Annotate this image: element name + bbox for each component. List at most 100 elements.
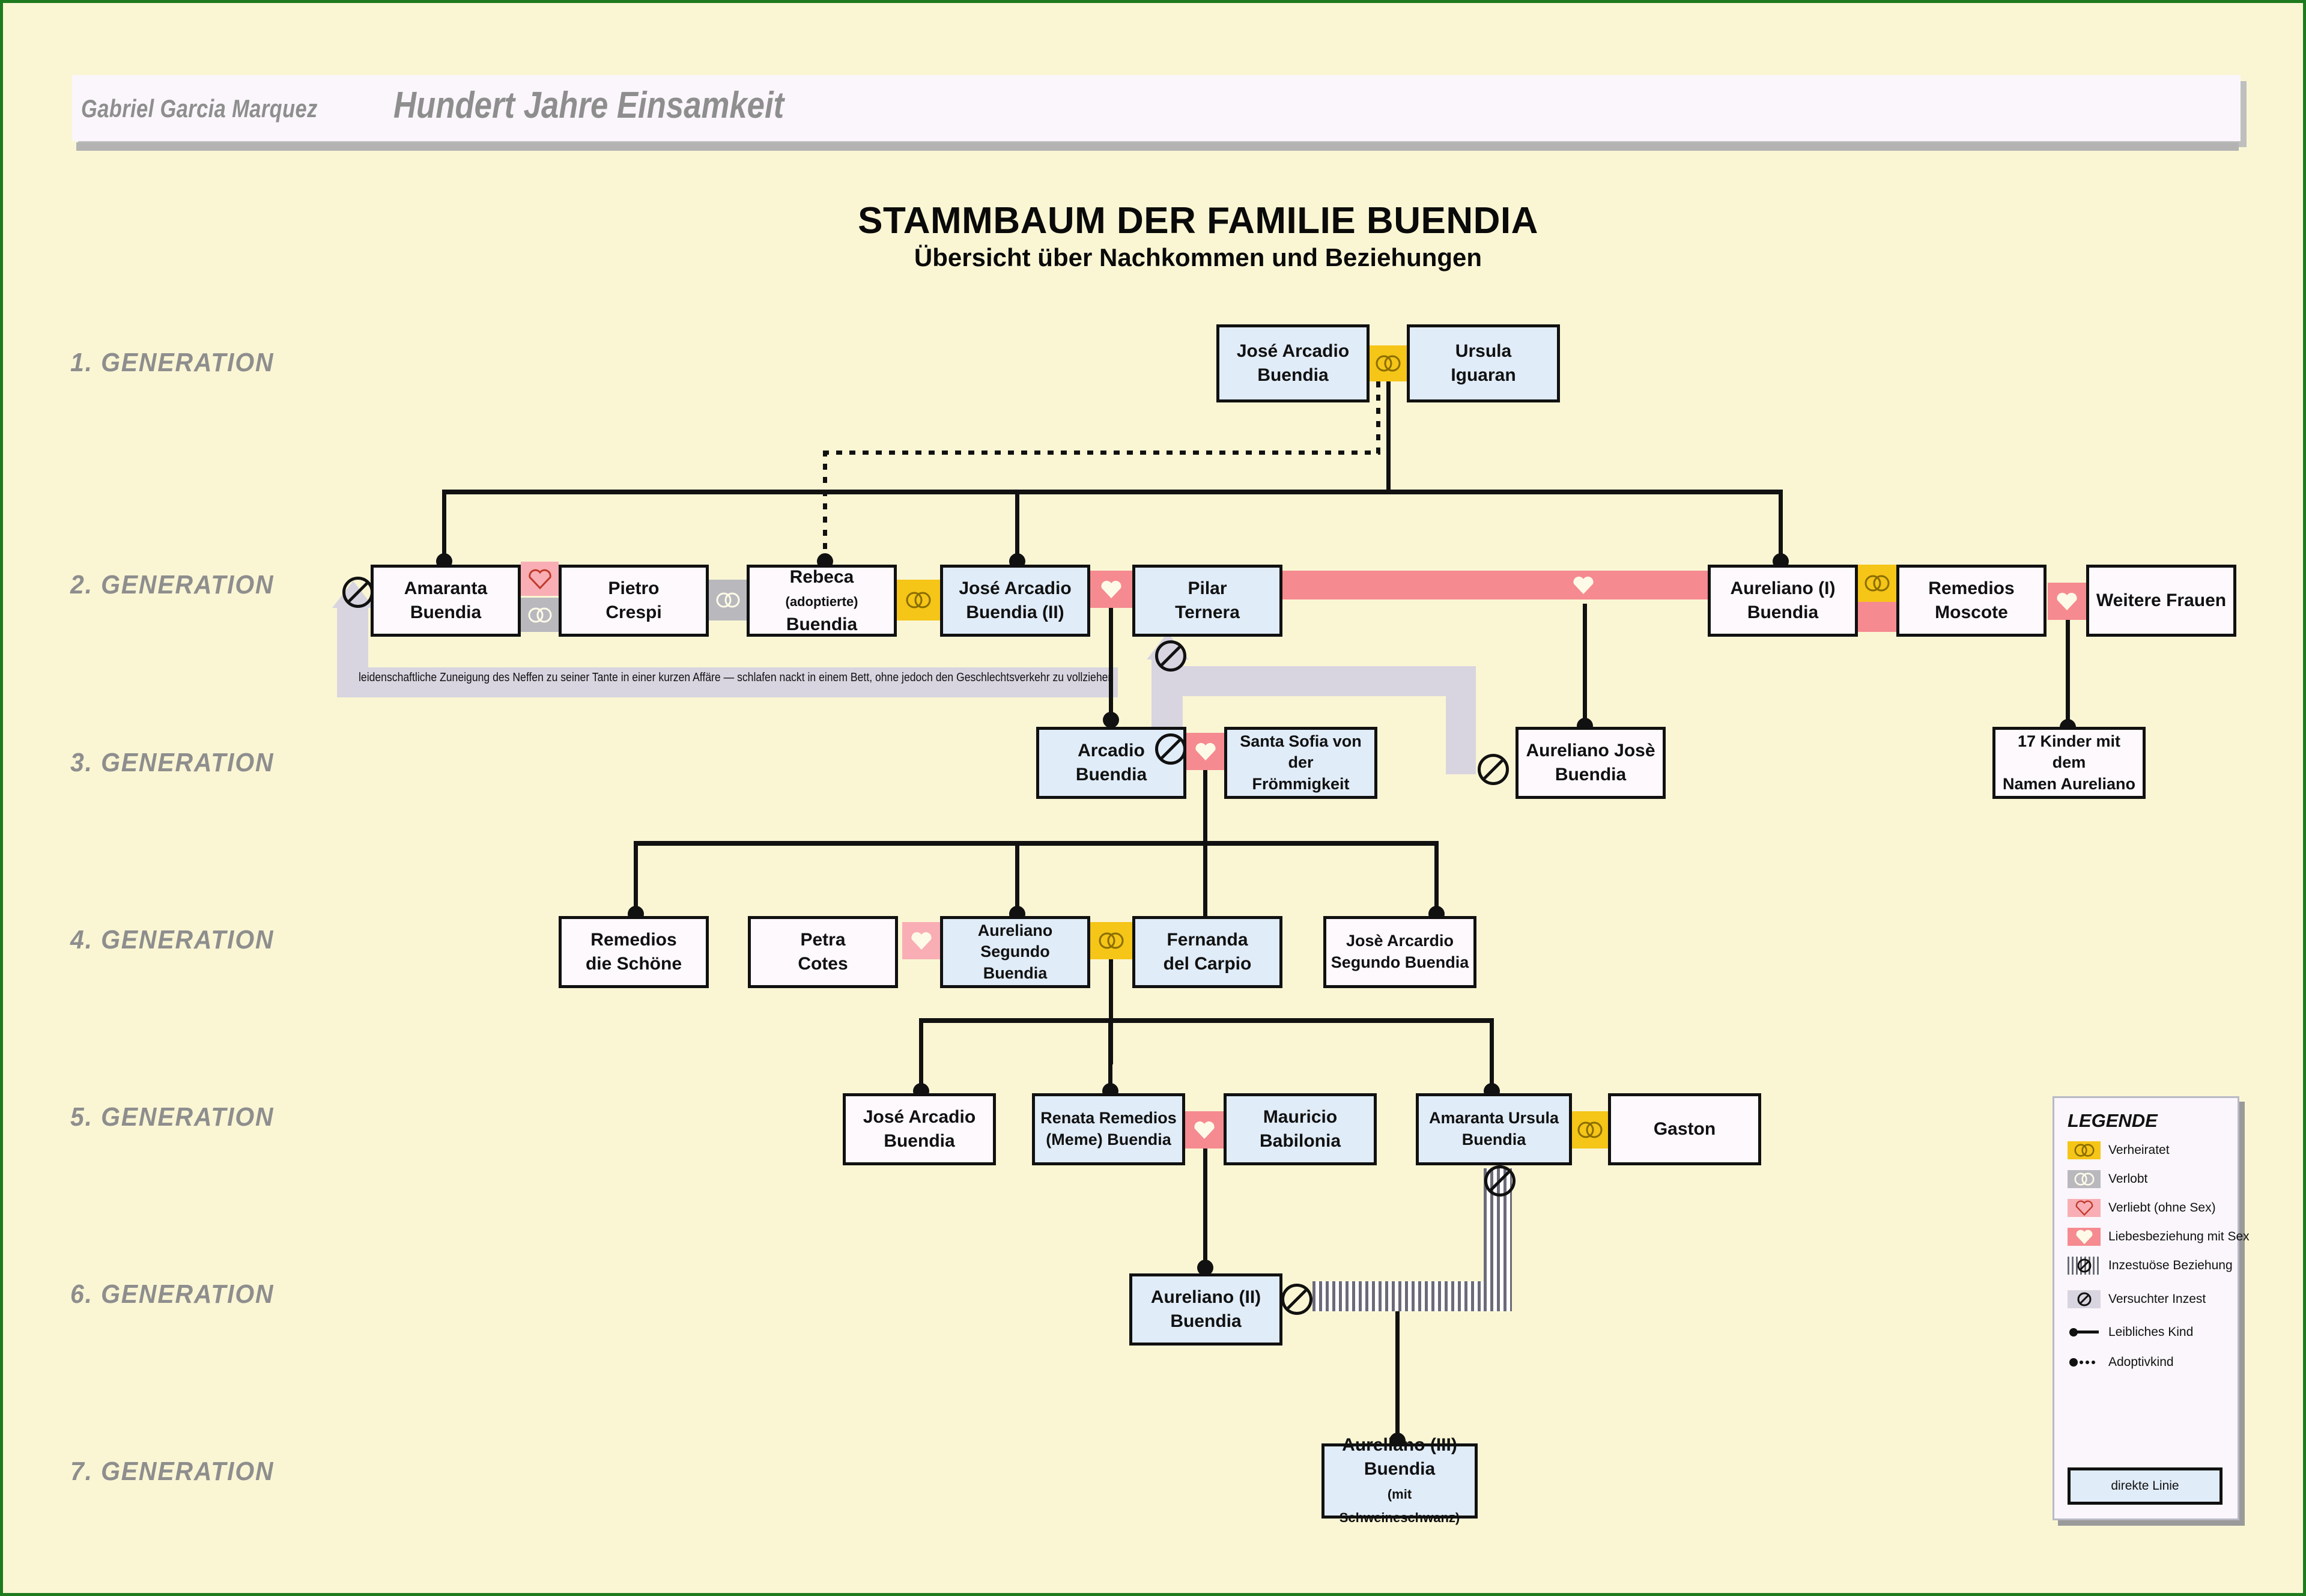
- person-name-line1: Pilar: [1188, 578, 1227, 599]
- person-box-aureliano-jose-buendia[interactable]: Aureliano Josè Buendia: [1516, 727, 1666, 799]
- relation-engaged-amaranta-pietro[interactable]: [521, 598, 559, 632]
- person-box-gaston[interactable]: Gaston: [1608, 1093, 1761, 1165]
- relation-love-no-sex-amaranta-pietro[interactable]: [521, 562, 559, 596]
- relation-love-sex-midbar-heart[interactable]: [1562, 571, 1604, 599]
- relation-love-sex-arcadio-santa-sofia[interactable]: [1186, 733, 1224, 770]
- annotation-amaranta: leidenschaftliche Zuneigung des Neffen z…: [359, 671, 1114, 684]
- person-name-line2: Namen Aureliano: [2002, 774, 2136, 793]
- legend-label: Verheiratet: [2108, 1143, 2170, 1157]
- person-box-remedios-moscote[interactable]: Remedios Moscote: [1896, 565, 2047, 637]
- person-box-aureliano-ii-buendia[interactable]: Aureliano (II) Buendia: [1129, 1273, 1282, 1346]
- person-box-aureliano-segundo[interactable]: Aureliano Segundo Buendia: [940, 916, 1090, 988]
- relation-love-petra-aureliano-segundo[interactable]: [902, 922, 940, 959]
- legend-item-leibliches-kind: Leibliches Kind: [2068, 1323, 2193, 1341]
- relation-love-sex-jose-pilar[interactable]: [1090, 571, 1132, 608]
- generation-label-5: 5. GENERATION: [70, 1102, 275, 1132]
- person-box-jose-arcadio-buendia-g5[interactable]: José Arcadio Buendia: [843, 1093, 996, 1165]
- generation-label-4: 4. GENERATION: [70, 925, 275, 954]
- person-name-line2: Buendia: [1555, 765, 1627, 784]
- relation-married-gen1[interactable]: [1370, 345, 1407, 381]
- person-name-line2: Buendia: [1170, 1311, 1242, 1331]
- heart-filled-icon: [911, 932, 932, 950]
- person-box-jose-arcadio-buendia-ii[interactable]: José Arcadio Buendia (II): [940, 565, 1090, 637]
- person-box-mauricio-babilonia[interactable]: Mauricio Babilonia: [1224, 1093, 1377, 1165]
- legend-title: LEGENDE: [2068, 1110, 2158, 1131]
- person-name-line2: Buendia: [786, 614, 858, 634]
- legend-label: Inzestuöse Beziehung: [2108, 1258, 2233, 1272]
- person-name-note: (mit Schweineschwanz): [1339, 1486, 1460, 1526]
- person-name-line1: Remedios: [590, 930, 677, 950]
- heart-outline-icon: [528, 569, 551, 589]
- person-box-petra-cotes[interactable]: Petra Cotes: [748, 916, 898, 988]
- person-name-line2: Buendia: [1364, 1458, 1436, 1479]
- person-box-ursula-iguaran[interactable]: Ursula Iguaran: [1407, 324, 1560, 402]
- person-name-line1: Josè Arcardio: [1346, 932, 1454, 950]
- person-name-line2: Ternera: [1175, 602, 1240, 622]
- wedding-rings-icon: [2068, 1141, 2101, 1159]
- person-box-jose-arcadio-buendia[interactable]: José Arcadio Buendia: [1216, 324, 1370, 402]
- connector-gen1-drop: [1386, 381, 1391, 490]
- connector-to-aureliano-iii: [1395, 1311, 1400, 1452]
- heart-filled-icon: [2057, 592, 2077, 610]
- striped-no-entry-icon: [2068, 1257, 2101, 1275]
- person-name-line2: Buendia: [983, 963, 1048, 982]
- no-entry-icon-pilar-upper: [1155, 640, 1186, 672]
- person-box-aureliano-i-buendia[interactable]: Aureliano (I) Buendia: [1708, 565, 1858, 637]
- person-box-remedios-die-schoene[interactable]: Remedios die Schöne: [559, 916, 709, 988]
- person-box-renata-remedios[interactable]: Renata Remedios (Meme) Buendia: [1032, 1093, 1185, 1165]
- legend-item-inzestuoese-beziehung: Inzestuöse Beziehung: [2068, 1257, 2233, 1275]
- legend-label: Adoptivkind: [2108, 1355, 2174, 1369]
- legend-direct-line-box: direkte Linie: [2068, 1467, 2223, 1505]
- person-box-amaranta-ursula[interactable]: Amaranta Ursula Buendia: [1416, 1093, 1572, 1165]
- person-name-line1: Amaranta: [404, 578, 488, 599]
- legend-label: Liebesbeziehung mit Sex: [2108, 1230, 2250, 1243]
- person-box-fernanda-del-carpio[interactable]: Fernanda del Carpio: [1132, 916, 1282, 988]
- relation-love-sex-renata-mauricio[interactable]: [1185, 1111, 1224, 1148]
- person-name-line1: Santa Sofia von der: [1240, 732, 1362, 772]
- person-name-line1: 17 Kinder mit dem: [2017, 732, 2121, 772]
- connector-to-arcadio: [1109, 604, 1113, 724]
- person-box-aureliano-iii-buendia[interactable]: Aureliano (III) Buendia (mit Schweinesch…: [1321, 1435, 1478, 1525]
- relation-love-sex-aureliano-weitere-frauen[interactable]: [2048, 583, 2086, 620]
- person-name-line2: Iguaran: [1451, 365, 1516, 385]
- connector-adoption-drop: [1376, 381, 1380, 454]
- person-box-pietro-crespi[interactable]: Pietro Crespi: [559, 565, 709, 637]
- legend-label: Verliebt (ohne Sex): [2108, 1201, 2216, 1215]
- person-name-line2: Segundo Buendia: [1331, 953, 1469, 971]
- person-box-rebeca-buendia[interactable]: Rebeca (adoptierte) Buendia: [747, 565, 897, 637]
- relation-married-aureliano-segundo-fernanda[interactable]: [1090, 922, 1132, 959]
- legend-panel: LEGENDE Verheiratet Verlobt Verliebt (oh…: [2053, 1096, 2250, 1520]
- person-box-17-kinder[interactable]: 17 Kinder mit dem Namen Aureliano: [1992, 727, 2146, 799]
- sibling-bus-gen4: [634, 841, 1439, 846]
- legend-item-verlobt: Verlobt: [2068, 1170, 2147, 1188]
- engagement-rings-icon: [528, 607, 551, 622]
- connector-adoption-to-rebeca: [823, 451, 827, 565]
- relation-engaged-pietro-rebeca[interactable]: [709, 580, 747, 620]
- no-entry-icon-amaranta: [342, 577, 374, 608]
- person-name-line1: José Arcadio: [959, 578, 1072, 599]
- relation-married-amaranta-ursula-gaston[interactable]: [1572, 1111, 1608, 1148]
- person-name-line1: Aureliano (III): [1342, 1435, 1457, 1455]
- legend-item-verliebt-ohne-sex: Verliebt (ohne Sex): [2068, 1199, 2216, 1217]
- wedding-rings-icon: [1099, 932, 1124, 949]
- person-name-line2: Buendia: [1257, 365, 1329, 385]
- solid-line-dot-icon: [2068, 1323, 2101, 1341]
- relation-married-aureliano-remedios[interactable]: [1858, 565, 1896, 602]
- header-rule: [76, 142, 2239, 151]
- person-name-line2: Buendia: [410, 602, 482, 622]
- wedding-rings-icon: [1577, 1121, 1603, 1138]
- person-box-weitere-frauen[interactable]: Weitere Frauen: [2086, 565, 2236, 637]
- person-name-line2: Buendia: [1461, 1130, 1526, 1148]
- no-entry-icon: [2068, 1290, 2101, 1308]
- heart-filled-icon: [1195, 742, 1216, 760]
- person-box-santa-sofia[interactable]: Santa Sofia von der Frömmigkeit: [1224, 727, 1377, 799]
- wedding-rings-icon: [1376, 355, 1401, 372]
- generation-label-2: 2. GENERATION: [70, 570, 275, 599]
- generation-label-7: 7. GENERATION: [70, 1457, 275, 1486]
- person-box-pilar-ternera[interactable]: Pilar Ternera: [1132, 565, 1282, 637]
- heart-filled-icon: [1194, 1121, 1215, 1139]
- relation-married-rebeca-jose-arcadio-ii[interactable]: [897, 580, 940, 620]
- person-name-line1: Aureliano (I): [1730, 578, 1836, 599]
- person-box-amaranta-buendia[interactable]: Amaranta Buendia: [371, 565, 521, 637]
- person-box-jose-arcadio-segundo[interactable]: Josè Arcardio Segundo Buendia: [1323, 916, 1476, 988]
